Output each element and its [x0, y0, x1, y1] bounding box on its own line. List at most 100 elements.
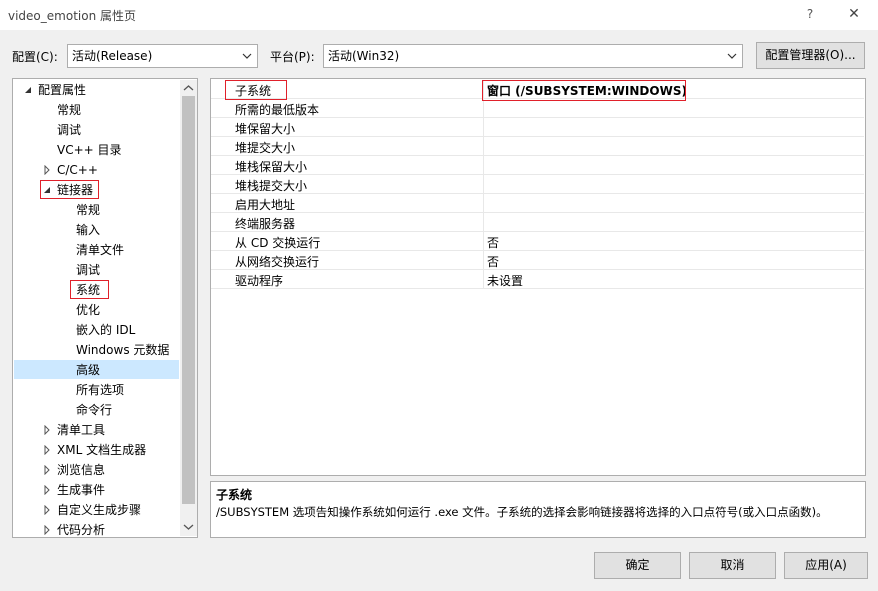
subsystem-value-highlight-box	[482, 80, 686, 101]
tree-item-label: 生成事件	[57, 483, 106, 497]
system-highlight-box	[70, 280, 109, 299]
property-row[interactable]: 从 CD 交换运行 否	[211, 232, 864, 251]
tree-item[interactable]: C/C++	[13, 160, 179, 180]
tree-item[interactable]: 调试	[13, 120, 179, 140]
property-name: 终端服务器	[235, 217, 296, 231]
tree-item[interactable]: 常规	[13, 200, 179, 220]
property-value[interactable]: 否	[487, 253, 499, 270]
tree-item-label: 调试	[57, 123, 82, 137]
tree-item[interactable]: XML 文档生成器	[13, 440, 179, 460]
subsystem-name-highlight-box	[225, 80, 287, 100]
collapsed-arrow-icon[interactable]	[42, 525, 52, 535]
tree-item[interactable]: 嵌入的 IDL	[13, 320, 179, 340]
tree-item[interactable]: 优化	[13, 300, 179, 320]
tree-item-label: 常规	[57, 103, 82, 117]
tree-item-label: 浏览信息	[57, 463, 106, 477]
collapsed-arrow-icon[interactable]	[42, 505, 52, 515]
cancel-button[interactable]: 取消	[689, 552, 776, 579]
tree-item[interactable]: 命令行	[13, 400, 179, 420]
tree-item[interactable]: 代码分析	[13, 520, 179, 540]
platform-value: 活动(Win32)	[328, 49, 400, 63]
property-value[interactable]: 否	[487, 234, 499, 251]
tree-item[interactable]: VC++ 目录	[13, 140, 179, 160]
tree-item-label: 优化	[76, 303, 101, 317]
tree-item[interactable]: 生成事件	[13, 480, 179, 500]
tree-item-label: XML 文档生成器	[57, 443, 147, 457]
property-tree: 配置属性 常规 调试 VC++ 目录 C/C++ 链接器 常规 输入 清单文件 调试 系统 优化 嵌入的…	[12, 78, 198, 538]
collapsed-arrow-icon[interactable]	[42, 425, 52, 435]
config-label: 配置(C):	[12, 50, 58, 64]
tree-item-label: 清单文件	[76, 243, 125, 257]
property-row[interactable]: 堆保留大小	[211, 118, 864, 137]
tree-item-label: C/C++	[57, 163, 98, 177]
property-name: 堆提交大小	[235, 141, 296, 155]
tree-item[interactable]: 所有选项	[13, 380, 179, 400]
property-value[interactable]: 未设置	[487, 272, 523, 289]
property-row[interactable]: 驱动程序 未设置	[211, 270, 864, 289]
property-name: 驱动程序	[235, 274, 284, 288]
help-button[interactable]: ?	[796, 3, 824, 25]
property-name: 堆栈保留大小	[235, 160, 308, 174]
description-text: /SUBSYSTEM 选项告知操作系统如何运行 .exe 文件。子系统的选择会影…	[216, 505, 828, 519]
tree-item-label: Windows 元数据	[76, 343, 170, 357]
property-name: 从 CD 交换运行	[235, 236, 321, 250]
tree-item[interactable]: 常规	[13, 100, 179, 120]
chevron-down-icon	[242, 53, 252, 59]
tree-item[interactable]: 配置属性	[13, 80, 179, 100]
tree-item[interactable]: 高级	[13, 360, 179, 380]
collapsed-arrow-icon[interactable]	[42, 445, 52, 455]
property-name: 堆栈提交大小	[235, 179, 308, 193]
description-panel: 子系统 /SUBSYSTEM 选项告知操作系统如何运行 .exe 文件。子系统的…	[210, 481, 866, 538]
property-row[interactable]: 堆栈提交大小	[211, 175, 864, 194]
platform-dropdown[interactable]: 活动(Win32)	[323, 44, 743, 68]
property-row[interactable]: 从网络交换运行 否	[211, 251, 864, 270]
tree-item[interactable]: 清单工具	[13, 420, 179, 440]
scroll-up-icon[interactable]	[183, 84, 194, 92]
tree-item[interactable]: 调试	[13, 260, 179, 280]
config-dropdown[interactable]: 活动(Release)	[67, 44, 258, 68]
tree-item[interactable]: 清单文件	[13, 240, 179, 260]
tree-item-label: 调试	[76, 263, 101, 277]
tree-item-label: 输入	[76, 223, 101, 237]
apply-button[interactable]: 应用(A)	[784, 552, 868, 579]
property-row[interactable]: 堆提交大小	[211, 137, 864, 156]
property-name: 所需的最低版本	[235, 103, 320, 117]
config-manager-button[interactable]: 配置管理器(O)...	[756, 42, 865, 69]
title-bar: video_emotion 属性页 ? ✕	[0, 0, 878, 30]
property-name: 启用大地址	[235, 198, 296, 212]
tree-item[interactable]: 输入	[13, 220, 179, 240]
close-button[interactable]: ✕	[840, 3, 868, 25]
scroll-down-icon[interactable]	[183, 523, 194, 531]
property-row[interactable]: 终端服务器	[211, 213, 864, 232]
tree-item-label: 清单工具	[57, 423, 106, 437]
collapsed-arrow-icon[interactable]	[42, 165, 52, 175]
tree-item-label: 自定义生成步骤	[57, 503, 142, 517]
tree-item[interactable]: 自定义生成步骤	[13, 500, 179, 520]
tree-item-label: 高级	[76, 363, 101, 377]
property-name: 从网络交换运行	[235, 255, 320, 269]
ok-button[interactable]: 确定	[594, 552, 681, 579]
tree-item-label: 所有选项	[76, 383, 125, 397]
expanded-arrow-icon[interactable]	[23, 85, 33, 95]
property-row[interactable]: 启用大地址	[211, 194, 864, 213]
chevron-down-icon	[727, 53, 737, 59]
tree-item-label: 代码分析	[57, 523, 106, 537]
tree-item[interactable]: Windows 元数据	[13, 340, 179, 360]
tree-item-label: 配置属性	[38, 83, 87, 97]
tree-scrollbar[interactable]	[180, 80, 197, 536]
tree-item[interactable]: 浏览信息	[13, 460, 179, 480]
tree-item-label: 嵌入的 IDL	[76, 323, 136, 337]
tree-item-label: 常规	[76, 203, 101, 217]
tree-scrollbar-thumb[interactable]	[182, 96, 195, 504]
window-title: video_emotion 属性页	[8, 9, 136, 23]
description-title: 子系统	[216, 488, 253, 502]
platform-label: 平台(P):	[270, 50, 315, 64]
collapsed-arrow-icon[interactable]	[42, 465, 52, 475]
property-row[interactable]: 所需的最低版本	[211, 99, 864, 118]
linker-highlight-box	[40, 180, 99, 199]
property-row[interactable]: 堆栈保留大小	[211, 156, 864, 175]
tree-item-label: VC++ 目录	[57, 143, 122, 157]
collapsed-arrow-icon[interactable]	[42, 485, 52, 495]
property-name: 堆保留大小	[235, 122, 296, 136]
config-value: 活动(Release)	[72, 49, 153, 63]
